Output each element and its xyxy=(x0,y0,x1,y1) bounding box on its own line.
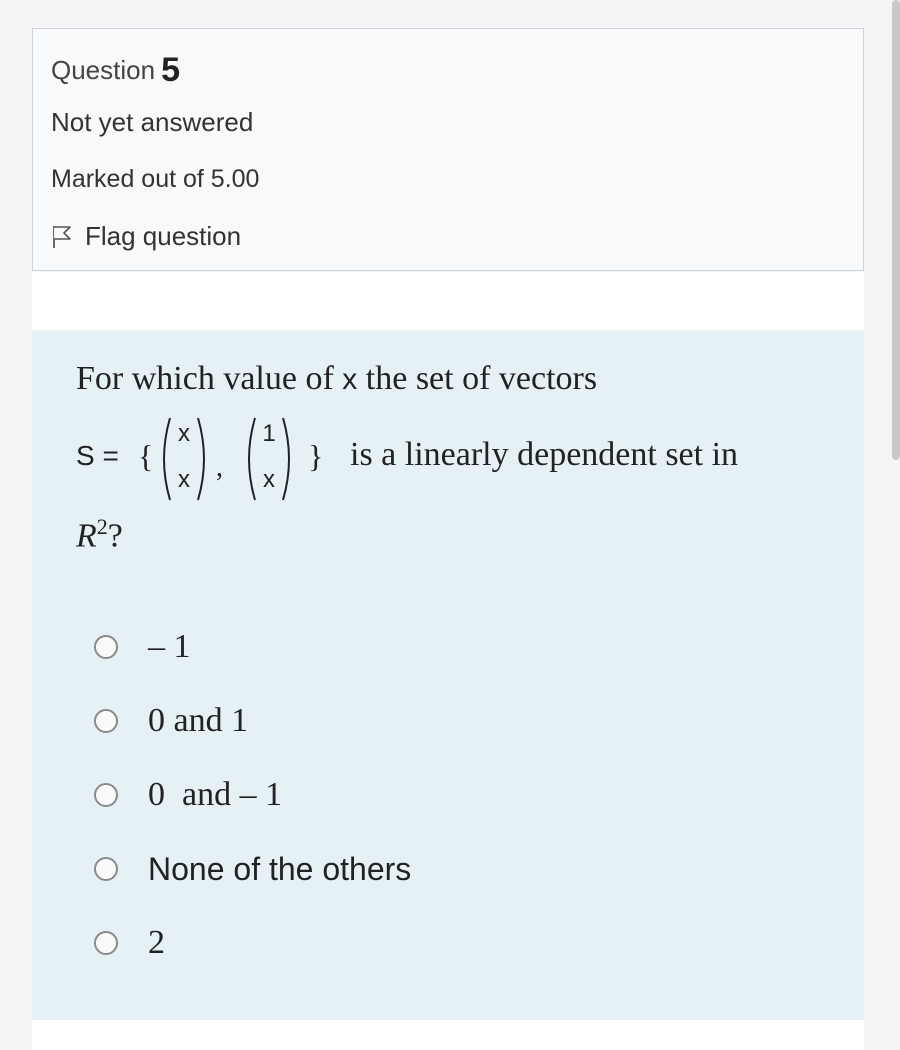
answer-option[interactable]: 0 and 1 xyxy=(94,684,794,758)
vector-1-top: x xyxy=(178,420,190,447)
space-exponent: 2 xyxy=(96,514,108,539)
radio-button[interactable] xyxy=(94,709,118,733)
answer-option[interactable]: – 1 xyxy=(94,610,794,684)
question-variable: x xyxy=(342,363,358,396)
vector-1-bottom: x xyxy=(178,466,190,493)
answer-option[interactable]: 0 and – 1 xyxy=(94,758,794,832)
question-text-after: the set of vectors xyxy=(357,360,598,397)
quiz-page: Question 5 Not yet answered Marked out of… xyxy=(0,0,900,1050)
answer-option-label: None of the others xyxy=(148,850,412,887)
space-suffix: ? xyxy=(107,517,123,555)
vector-2-bottom: x xyxy=(263,466,275,493)
question-tail-text: is a linearly dependent set in xyxy=(350,436,739,473)
vector-2-top: 1 xyxy=(262,420,276,447)
space-letter: R xyxy=(76,517,97,555)
brace-close: } xyxy=(308,438,324,474)
page-scrollbar[interactable] xyxy=(892,0,900,460)
answer-option-label: 0 and 1 xyxy=(148,702,249,739)
separator-strip xyxy=(32,272,864,330)
radio-button[interactable] xyxy=(94,931,118,955)
question-text-before: For which value of xyxy=(76,360,343,397)
vector-set-expression: S = { x x , 1 x } is a linearly dependen… xyxy=(76,414,866,504)
answer-option[interactable]: 2 xyxy=(94,906,794,980)
vector-1: x x xyxy=(156,414,212,504)
flag-question-link[interactable]: Flag question xyxy=(51,221,241,252)
question-text: For which value of x the set of vectors xyxy=(76,360,597,398)
bottom-strip xyxy=(32,1020,864,1050)
answer-option-label: 0 and – 1 xyxy=(148,776,283,813)
set-lhs: S = xyxy=(76,440,119,471)
question-number-heading: Question 5 xyxy=(51,51,180,90)
flag-question-label: Flag question xyxy=(85,221,242,251)
answer-option[interactable]: None of the others xyxy=(94,832,794,906)
brace-open: { xyxy=(138,438,154,474)
flag-icon xyxy=(53,225,71,248)
radio-button[interactable] xyxy=(94,635,118,659)
question-info-panel: Question 5 Not yet answered Marked out of… xyxy=(32,28,864,271)
answer-options: – 1 0 and 1 0 and – 1 None of the others… xyxy=(94,610,794,980)
answer-option-label: – 1 xyxy=(148,628,191,665)
marks-info: Marked out of 5.00 xyxy=(51,165,260,193)
answer-option-label: 2 xyxy=(148,924,165,961)
vector-2: 1 x xyxy=(241,414,297,504)
radio-button[interactable] xyxy=(94,857,118,881)
answer-status: Not yet answered xyxy=(51,107,254,137)
vector-space-label: R2? xyxy=(76,514,123,555)
vector-comma: , xyxy=(216,452,223,483)
question-word: Question xyxy=(51,55,156,85)
question-content-panel: For which value of x the set of vectors … xyxy=(32,330,864,1020)
radio-button[interactable] xyxy=(94,783,118,807)
question-number: 5 xyxy=(161,51,180,89)
